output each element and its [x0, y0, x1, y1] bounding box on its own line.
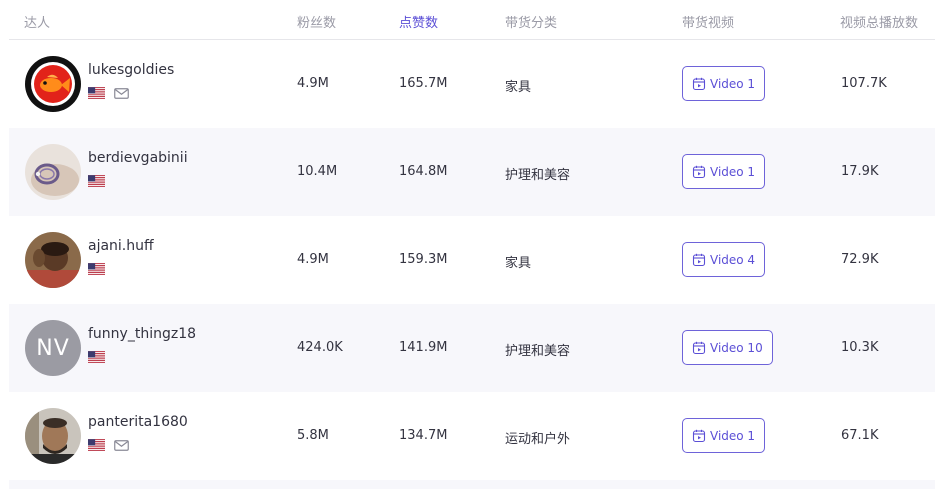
- creator-table: 达人 粉丝数 点赞数 带货分类 带货视频 视频总播放数 lukesgoldies…: [0, 0, 935, 489]
- video-button-label: Video 4: [710, 252, 756, 267]
- video-calendar-icon: [692, 253, 706, 267]
- video-calendar-icon: [692, 165, 706, 179]
- video-button[interactable]: Video 4: [682, 242, 766, 277]
- email-icon[interactable]: [114, 440, 129, 451]
- video-calendar-icon: [692, 429, 706, 443]
- avatar[interactable]: [25, 408, 81, 464]
- category-value: 护理和美容: [505, 344, 571, 359]
- creator-icons: [88, 86, 129, 100]
- us-flag-icon: [88, 351, 105, 363]
- us-flag-icon: [88, 87, 105, 99]
- creator-name[interactable]: funny_thingz18: [88, 326, 196, 342]
- category-value: 护理和美容: [505, 168, 571, 183]
- views-value: 67.1K: [841, 428, 879, 443]
- avatar[interactable]: NV: [25, 320, 81, 376]
- category-value: 家具: [505, 256, 532, 271]
- creator-name[interactable]: panterita1680: [88, 414, 188, 430]
- table-row[interactable]: NV funny_thingz18 424.0K 141.9M 护理和美容 Vi…: [9, 304, 935, 392]
- video-button[interactable]: Video 1: [682, 154, 766, 189]
- followers-value: 10.4M: [297, 164, 338, 179]
- video-button[interactable]: Video 1: [682, 66, 766, 101]
- video-button[interactable]: Video 10: [682, 330, 773, 365]
- followers-value: 4.9M: [297, 76, 329, 91]
- video-button-label: Video 1: [710, 164, 756, 179]
- views-value: 107.7K: [841, 76, 887, 91]
- creator-icons: [88, 174, 105, 188]
- category-value: 运动和户外: [505, 432, 571, 447]
- avatar[interactable]: [25, 144, 81, 200]
- likes-value: 141.9M: [399, 340, 448, 355]
- views-value: 10.3K: [841, 340, 879, 355]
- creator-icons: [88, 350, 105, 364]
- category-value: 家具: [505, 80, 532, 95]
- video-button-label: Video 10: [710, 340, 763, 355]
- table-row[interactable]: berdievgabinii 10.4M 164.8M 护理和美容 Video …: [9, 128, 935, 216]
- likes-value: 134.7M: [399, 428, 448, 443]
- table-row[interactable]: lukesgoldies 4.9M 165.7M 家具 Video 1 107.…: [9, 40, 935, 128]
- video-calendar-icon: [692, 77, 706, 91]
- header-creator[interactable]: 达人: [24, 12, 50, 31]
- video-button-label: Video 1: [710, 428, 756, 443]
- header-followers[interactable]: 粉丝数: [297, 12, 336, 31]
- avatar[interactable]: [25, 232, 81, 288]
- creator-icons: [88, 262, 105, 276]
- us-flag-icon: [88, 175, 105, 187]
- video-button-label: Video 1: [710, 76, 756, 91]
- followers-value: 4.9M: [297, 252, 329, 267]
- likes-value: 164.8M: [399, 164, 448, 179]
- video-button[interactable]: Video 1: [682, 418, 766, 453]
- likes-value: 165.7M: [399, 76, 448, 91]
- views-value: 72.9K: [841, 252, 879, 267]
- followers-value: 424.0K: [297, 340, 343, 355]
- creator-name[interactable]: ajani.huff: [88, 238, 154, 254]
- creator-icons: [88, 438, 129, 452]
- header-category: 带货分类: [505, 16, 558, 31]
- views-value: 17.9K: [841, 164, 879, 179]
- creator-name[interactable]: berdievgabinii: [88, 150, 188, 166]
- table-row[interactable]: ajani.huff 4.9M 159.3M 家具 Video 4 72.9K: [9, 216, 935, 304]
- us-flag-icon: [88, 439, 105, 451]
- email-icon[interactable]: [114, 88, 129, 99]
- header-likes[interactable]: 点赞数: [399, 12, 438, 31]
- avatar[interactable]: [25, 56, 81, 112]
- table-row[interactable]: panterita1680 5.8M 134.7M 运动和户外 Video 1 …: [9, 392, 935, 480]
- header-total-views[interactable]: 视频总播放数: [840, 12, 918, 31]
- creator-name[interactable]: lukesgoldies: [88, 62, 174, 78]
- likes-value: 159.3M: [399, 252, 448, 267]
- table-row-partial: [9, 480, 935, 489]
- followers-value: 5.8M: [297, 428, 329, 443]
- video-calendar-icon: [692, 341, 706, 355]
- table-header: 达人 粉丝数 点赞数 带货分类 带货视频 视频总播放数: [0, 0, 935, 40]
- header-video: 带货视频: [682, 16, 735, 31]
- us-flag-icon: [88, 263, 105, 275]
